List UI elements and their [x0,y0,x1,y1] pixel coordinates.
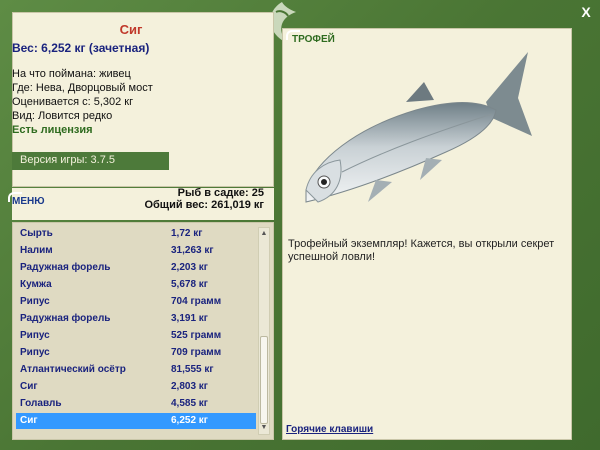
catch-row[interactable]: Рипус 704 грамм [16,294,256,310]
trophy-description: Трофейный экземпляр! Кажется, вы открыли… [288,238,555,263]
catch-row[interactable]: Рипус 525 грамм [16,328,256,344]
fish-rarity: Вид: Ловится редко [12,110,113,122]
fish-name: Сиг [119,22,143,37]
catch-weight: 525 грамм [171,330,222,341]
catch-weight: 709 грамм [171,347,222,358]
catch-name: Рипус [20,296,50,307]
catch-name: Рипус [20,347,50,358]
catch-weight: 2,803 кг [171,381,208,392]
catch-name: Рипус [20,330,50,341]
catch-name: Радужная форель [20,262,111,273]
hotkeys-link[interactable]: Горячие клавиши [286,424,373,435]
catch-count: Рыб в садке: 25 [177,187,264,199]
scroll-thumb[interactable] [260,336,268,424]
catch-row[interactable]: Сиг 2,803 кг [16,379,256,395]
catch-row[interactable]: Сырть 1,72 кг [16,226,256,242]
catch-name: Сиг [20,381,38,392]
fish-weight: Вес: 6,252 кг (зачетная) [12,41,150,55]
license-status: Есть лицензия [12,124,93,136]
fish-bait: На что поймана: живец [12,68,131,80]
catch-list-scrollbar[interactable]: ▲ ▼ [258,227,270,435]
catch-name: Налим [20,245,53,256]
catch-row[interactable]: Радужная форель 2,203 кг [16,260,256,276]
catch-weight: 2,203 кг [171,262,208,273]
catch-name: Сиг [20,415,38,426]
catch-row[interactable]: Голавль 4,585 кг [16,396,256,412]
scroll-up-arrow-icon[interactable]: ▲ [260,230,268,238]
version-bar: Версия игры: 3.7.5 [12,152,169,170]
fish-price: Оценивается с: 5,302 кг [12,96,134,108]
catch-name: Сырть [20,228,53,239]
catch-name: Атлантический осётр [20,364,126,375]
menu-button[interactable]: МЕНЮ [8,192,45,207]
catch-weight: 1,72 кг [171,228,203,239]
catch-weight: 704 грамм [171,296,222,307]
catch-name: Кумжа [20,279,52,290]
catch-weight: 31,263 кг [171,245,214,256]
catch-row[interactable]: Радужная форель 3,191 кг [16,311,256,327]
catch-name: Голавль [20,398,62,409]
catch-row[interactable]: Рипус 709 грамм [16,345,256,361]
fish-image [305,52,532,203]
catch-name: Радужная форель [20,313,111,324]
catch-row-selected[interactable]: Сиг 6,252 кг [16,413,256,429]
catch-weight: 4,585 кг [171,398,208,409]
fish-place: Где: Нева, Дворцовый мост [12,82,153,94]
scroll-down-arrow-icon[interactable]: ▼ [260,424,268,432]
catch-weight: 3,191 кг [171,313,208,324]
catch-row[interactable]: Атлантический осётр 81,555 кг [16,362,256,378]
catch-weight: 81,555 кг [171,364,214,375]
catch-list[interactable]: Сырть 1,72 кг Налим 31,263 кг Радужная фор… [12,222,274,440]
catch-weight: 5,678 кг [171,279,208,290]
catch-row[interactable]: Кумжа 5,678 кг [16,277,256,293]
catch-row[interactable]: Налим 31,263 кг [16,243,256,259]
catch-weight: 6,252 кг [171,415,208,426]
catch-total-weight: Общий вес: 261,019 кг [144,199,264,211]
close-button[interactable]: X [578,4,594,20]
